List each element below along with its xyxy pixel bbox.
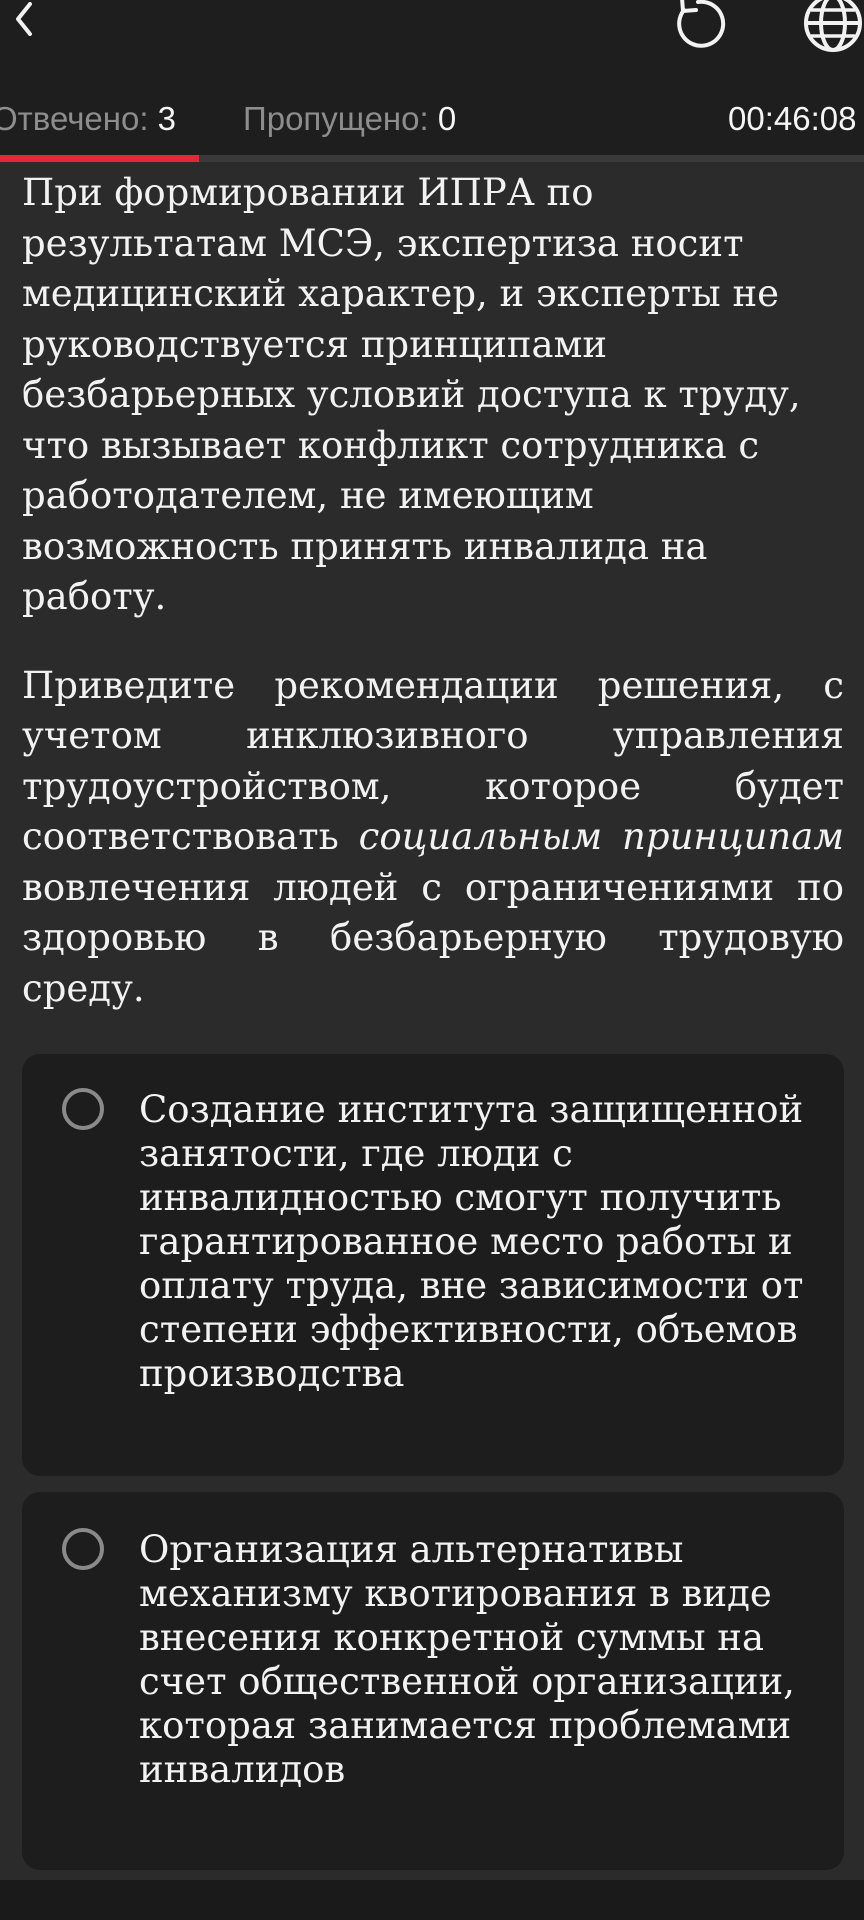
answered-label: Отвечено: <box>0 100 149 137</box>
answer-option-label: Организация альтернативы механизму квоти… <box>139 1528 795 1791</box>
answered-counter: Отвечено: 3 <box>0 97 176 141</box>
question-paragraph-1: При формировании ИПРА по результатам МСЭ… <box>22 171 801 618</box>
reset-icon[interactable] <box>668 0 728 50</box>
question-emphasis: социальным принципам <box>358 815 844 858</box>
answer-option-label: Создание института защищенной занятости,… <box>139 1088 804 1395</box>
back-icon[interactable] <box>6 2 40 36</box>
skipped-counter: Пропущено: 0 <box>243 97 456 141</box>
question-text: При формировании ИПРА по результатам МСЭ… <box>22 168 844 1014</box>
progress-bar-fill <box>0 155 199 162</box>
skipped-label: Пропущено: <box>243 100 429 137</box>
timer: 00:46:08 <box>728 100 857 137</box>
question-paragraph-2: Приведите рекомендации решения, с учетом… <box>22 661 844 1015</box>
system-nav-bar <box>0 1880 864 1920</box>
answer-option-1[interactable]: Создание института защищенной занятости,… <box>22 1054 844 1476</box>
question-paragraph-2-end: вовлечения людей с ограничениями по здор… <box>22 865 844 1010</box>
answer-option-2[interactable]: Организация альтернативы механизму квоти… <box>22 1492 844 1870</box>
answered-value: 3 <box>157 100 177 137</box>
radio-button[interactable] <box>62 1088 104 1130</box>
progress-bar <box>0 155 864 162</box>
top-bar: Отвечено: 3 Пропущено: 0 00:46:08 <box>0 0 864 156</box>
globe-icon[interactable] <box>802 0 864 54</box>
radio-button[interactable] <box>62 1528 104 1570</box>
skipped-value: 0 <box>437 100 457 137</box>
